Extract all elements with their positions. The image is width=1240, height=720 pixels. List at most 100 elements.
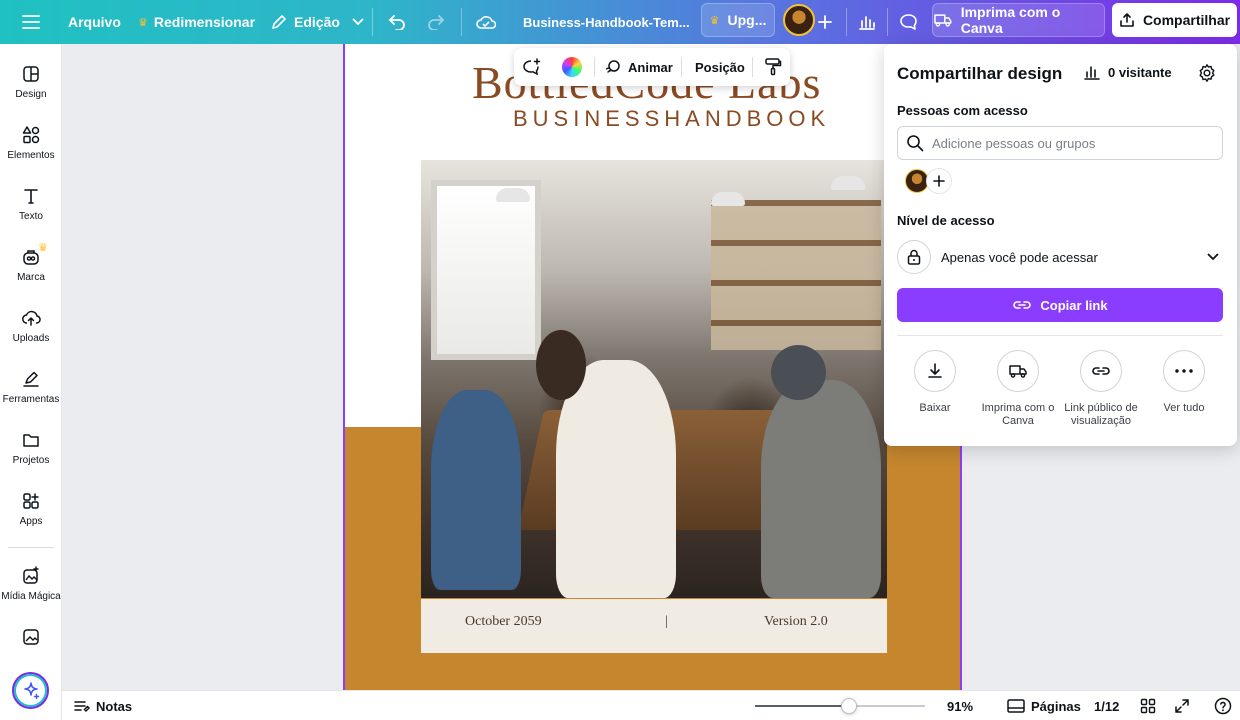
menu-button[interactable]	[22, 0, 40, 44]
grid-view-button[interactable]	[1140, 691, 1156, 720]
sidebar-item-more-media[interactable]	[0, 627, 62, 647]
pages-button[interactable]: Páginas	[1007, 691, 1081, 720]
shapes-icon	[22, 126, 40, 144]
sidebar-item-label: Design	[15, 89, 47, 100]
divider	[594, 57, 595, 77]
zoom-slider-thumb[interactable]	[840, 698, 857, 714]
access-level-select[interactable]: Apenas você pode acessar	[897, 240, 1223, 274]
sidebar-item-label: Uploads	[12, 333, 50, 344]
zoom-slider-fill	[755, 705, 849, 707]
copy-style-button[interactable]	[764, 48, 782, 86]
magic-media-icon	[23, 566, 39, 584]
lamp-shape	[496, 188, 530, 202]
fullscreen-button[interactable]	[1174, 691, 1190, 720]
divider	[752, 57, 753, 77]
person-shape	[771, 345, 826, 400]
download-action[interactable]: Baixar	[894, 350, 976, 415]
bar-chart-icon	[1084, 66, 1100, 80]
undo-button[interactable]	[388, 0, 406, 44]
plus-icon	[818, 15, 832, 29]
help-button[interactable]	[1214, 691, 1232, 720]
sidebar-item-elements[interactable]: Elementos	[0, 125, 62, 161]
zoom-level[interactable]: 91%	[947, 691, 973, 720]
divider	[372, 8, 373, 36]
redo-button[interactable]	[427, 0, 445, 44]
zoom-slider[interactable]	[755, 698, 925, 714]
page-count[interactable]: 1/12	[1094, 691, 1119, 720]
divider	[681, 57, 682, 77]
share-settings-button[interactable]	[1197, 63, 1217, 88]
add-person-button[interactable]	[926, 168, 952, 194]
lock-icon	[907, 249, 921, 265]
add-people-input[interactable]	[932, 135, 1202, 151]
notes-button[interactable]: Notas	[74, 691, 132, 720]
animate-button[interactable]: Animar	[604, 48, 673, 86]
visitors-button[interactable]: 0 visitante	[1084, 64, 1172, 80]
hamburger-icon	[22, 15, 40, 29]
cloud-upload-icon	[22, 310, 41, 326]
design-page[interactable]: BottledCode Labs BUSINESSHANDBOOK Octobe…	[343, 44, 962, 690]
truck-icon	[1009, 365, 1027, 378]
sidebar-item-tools[interactable]: Ferramentas	[0, 369, 62, 405]
avatar[interactable]	[783, 4, 815, 36]
image-icon	[23, 629, 39, 645]
redo-icon	[428, 15, 445, 30]
share-button[interactable]: Compartilhar	[1112, 3, 1237, 37]
share-panel: Compartilhar design 0 visitante Pessoas …	[884, 44, 1237, 446]
window-shape	[431, 180, 541, 360]
sidebar-item-apps[interactable]: Apps	[0, 491, 62, 527]
sidebar-item-projects[interactable]: Projetos	[0, 430, 62, 466]
footer-date[interactable]: October 2059	[465, 614, 542, 630]
sidebar-item-label: Marca	[17, 272, 45, 283]
copy-link-button[interactable]: Copiar link	[897, 288, 1223, 322]
sidebar-item-text[interactable]: Texto	[0, 186, 62, 222]
upgrade-label: Upg...	[727, 12, 767, 28]
meeting-photo[interactable]	[421, 160, 887, 598]
pencil-icon	[272, 15, 286, 29]
document-title[interactable]: Business-Handbook-Tem...	[523, 0, 690, 44]
add-people-field[interactable]	[897, 126, 1223, 160]
insights-button[interactable]	[858, 0, 876, 44]
divider	[461, 8, 462, 36]
copy-link-label: Copiar link	[1040, 297, 1108, 313]
edit-menu[interactable]: Edição	[270, 0, 364, 44]
save-status[interactable]	[476, 0, 496, 44]
person-shape	[556, 360, 676, 598]
visitors-count: 0 visitante	[1108, 64, 1172, 80]
print-action-circle	[997, 350, 1039, 392]
notes-label: Notas	[96, 698, 133, 714]
color-wheel-icon	[562, 57, 582, 77]
help-icon	[1214, 697, 1232, 715]
magic-assistant-button[interactable]	[12, 672, 49, 709]
print-action[interactable]: Imprima com o Canva	[977, 350, 1059, 428]
animate-icon	[605, 60, 620, 73]
color-picker[interactable]	[562, 48, 582, 86]
subtitle-text[interactable]: BUSINESSHANDBOOK	[513, 106, 830, 132]
access-level-label: Nível de acesso	[897, 213, 995, 228]
lock-button	[897, 240, 931, 274]
add-comment-button[interactable]	[522, 48, 542, 86]
comments-button[interactable]	[899, 0, 918, 44]
notes-icon	[74, 701, 90, 713]
gear-icon	[1199, 64, 1215, 82]
sidebar-item-uploads[interactable]: Uploads	[0, 308, 62, 344]
link-icon	[1092, 367, 1110, 375]
lamp-shape	[711, 192, 745, 206]
upgrade-button[interactable]: ♛ Upg...	[701, 3, 775, 37]
sidebar-item-magic-media[interactable]: Mídia Mágica	[0, 566, 62, 602]
print-with-canva-button[interactable]: Imprima com o Canva	[932, 3, 1105, 37]
see-all-action[interactable]: Ver tudo	[1143, 350, 1225, 415]
file-menu[interactable]: Arquivo	[68, 0, 121, 44]
add-collaborator-button[interactable]	[818, 0, 832, 44]
divider	[897, 335, 1223, 336]
bottom-bar: Notas 91% Páginas 1/12	[62, 690, 1240, 720]
sidebar-divider	[8, 547, 54, 548]
more-icon	[1175, 369, 1193, 373]
sidebar-item-label: Texto	[19, 211, 43, 222]
resize-button[interactable]: ♛ Redimensionar	[138, 0, 255, 44]
public-link-action[interactable]: Link público de visualização	[1060, 350, 1142, 428]
footer-version[interactable]: Version 2.0	[764, 614, 828, 630]
sidebar-item-design[interactable]: Design	[0, 64, 62, 100]
position-button[interactable]: Posição	[695, 48, 745, 86]
sidebar-item-brand[interactable]: Marca ♛	[0, 242, 62, 283]
